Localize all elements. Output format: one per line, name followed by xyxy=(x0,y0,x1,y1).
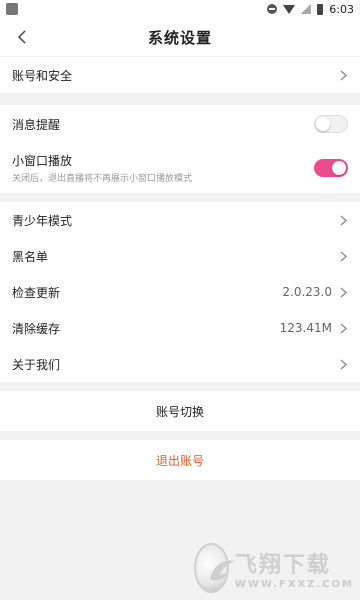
status-icons: 6:03 xyxy=(267,3,354,16)
do-not-disturb-icon xyxy=(267,4,278,14)
blacklist-label: 黑名单 xyxy=(12,249,49,264)
chevron-right-icon xyxy=(340,250,348,262)
pip-playback-label: 小窗口播放 xyxy=(12,154,73,168)
about-us-item[interactable]: 关于我们 xyxy=(0,346,360,382)
toggle-knob xyxy=(332,161,346,175)
account-security-item[interactable]: 账号和安全 xyxy=(0,57,360,93)
chevron-left-icon xyxy=(17,30,26,44)
status-time: 6:03 xyxy=(329,2,354,16)
logout-section: 退出账号 xyxy=(0,440,360,480)
clear-cache-item[interactable]: 清除缓存 123.41M xyxy=(0,310,360,346)
account-section: 账号和安全 xyxy=(0,57,360,93)
switch-account-button[interactable]: 账号切换 xyxy=(0,391,360,431)
toggle-knob xyxy=(316,117,330,131)
brand-logo-icon xyxy=(194,543,234,593)
page-title: 系统设置 xyxy=(147,28,212,47)
chevron-right-icon xyxy=(340,322,348,334)
version-value: 2.0.23.0 xyxy=(282,285,332,299)
message-reminder-item: 消息提醒 xyxy=(0,105,360,143)
check-update-label: 检查更新 xyxy=(12,285,61,300)
chevron-right-icon xyxy=(340,214,348,226)
notification-section: 消息提醒 小窗口播放 关闭后，退出直播将不再展示小窗口播放模式 xyxy=(0,105,360,193)
chevron-right-icon xyxy=(340,358,348,370)
chevron-right-icon xyxy=(340,69,348,81)
notification-icon xyxy=(6,3,18,15)
clear-cache-label: 清除缓存 xyxy=(12,321,61,336)
youth-mode-item[interactable]: 青少年模式 xyxy=(0,202,360,238)
back-button[interactable] xyxy=(12,27,32,47)
logout-button[interactable]: 退出账号 xyxy=(0,440,360,480)
message-reminder-toggle[interactable] xyxy=(314,115,348,133)
pip-playback-item: 小窗口播放 关闭后，退出直播将不再展示小窗口播放模式 xyxy=(0,143,360,193)
watermark-url: WWW.FXXZ.COM xyxy=(234,578,354,590)
youth-mode-label: 青少年模式 xyxy=(12,213,73,228)
chevron-right-icon xyxy=(340,286,348,298)
battery-icon xyxy=(317,3,324,15)
general-section: 青少年模式 黑名单 检查更新 2.0.23.0 清除缓存 123.41M 关于我… xyxy=(0,202,360,382)
pip-playback-toggle[interactable] xyxy=(314,159,348,177)
app-header: 系统设置 xyxy=(0,18,360,56)
blacklist-item[interactable]: 黑名单 xyxy=(0,238,360,274)
check-update-item[interactable]: 检查更新 2.0.23.0 xyxy=(0,274,360,310)
switch-account-section: 账号切换 xyxy=(0,391,360,431)
watermark: 飞翔下载 WWW.FXXZ.COM xyxy=(194,540,354,596)
about-us-label: 关于我们 xyxy=(12,357,61,372)
watermark-brand: 飞翔下载 xyxy=(234,552,331,578)
account-security-label: 账号和安全 xyxy=(12,68,73,83)
wifi-icon xyxy=(283,4,296,14)
signal-icon xyxy=(301,4,312,14)
pip-playback-description: 关闭后，退出直播将不再展示小窗口播放模式 xyxy=(12,174,193,184)
watermark-text: 飞翔下载 WWW.FXXZ.COM xyxy=(235,547,354,590)
cache-size-value: 123.41M xyxy=(279,321,332,335)
status-bar: 6:03 xyxy=(0,0,360,18)
message-reminder-label: 消息提醒 xyxy=(12,117,61,132)
